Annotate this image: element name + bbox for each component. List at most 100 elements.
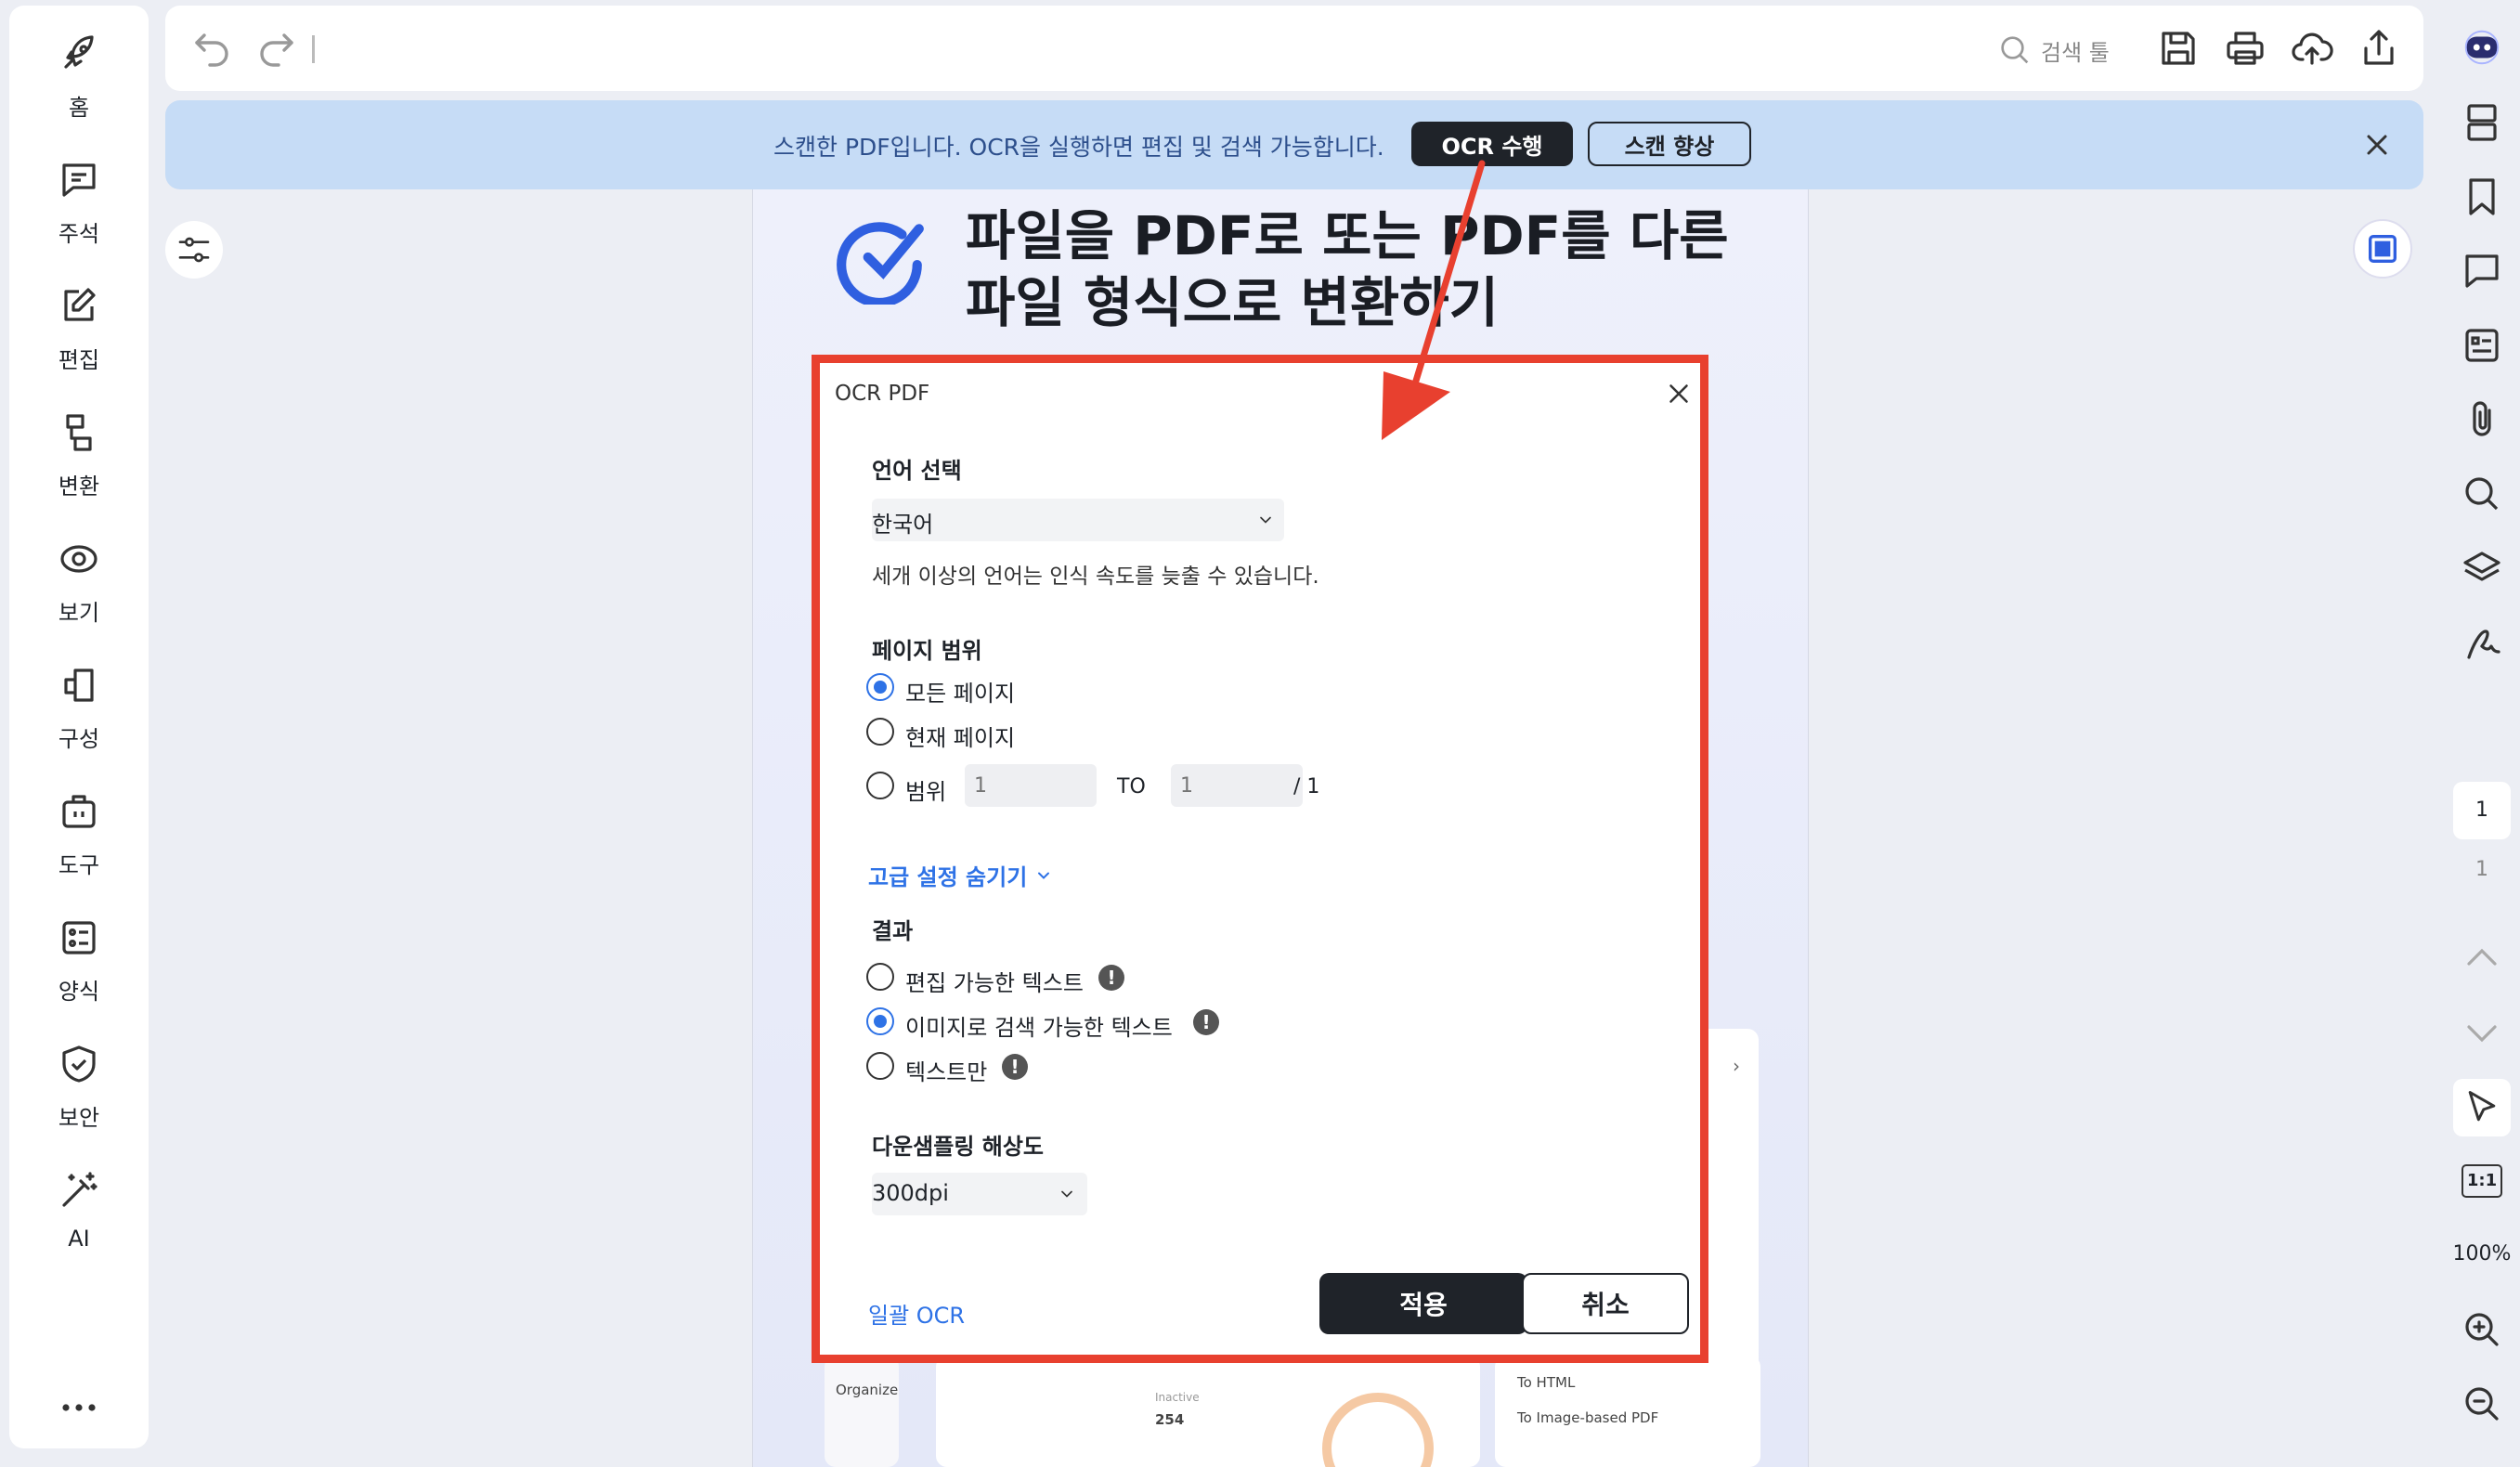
close-icon[interactable] [2360,128,2394,162]
batch-ocr-link[interactable]: 일괄 OCR [868,1297,965,1330]
more-icon[interactable] [57,1385,101,1430]
language-select[interactable]: 한국어 [872,499,1284,541]
print-icon[interactable] [2223,26,2267,71]
undo-icon[interactable] [189,26,234,71]
search-placeholder: 검색 툴 [2041,39,2110,66]
page-layout-icon[interactable] [2460,100,2504,145]
chevron-right-icon: › [1733,1055,1740,1077]
filter-button[interactable] [165,221,223,279]
cancel-button[interactable]: 취소 [1522,1273,1689,1334]
scan-frame-icon [2369,235,2397,263]
radio-label: 모든 페이지 [905,681,1016,707]
sidebar-label: AI [68,1226,90,1252]
form-panel-icon[interactable] [2460,323,2504,368]
snippet-organize: Organize [836,1382,899,1398]
toolbar-divider [312,35,315,63]
cloud-upload-icon[interactable] [2290,26,2334,71]
radio-current-page[interactable] [866,718,894,746]
info-icon[interactable]: ! [1098,965,1124,991]
ai-reader-button[interactable] [2353,219,2412,279]
info-icon[interactable]: ! [1002,1054,1028,1080]
radio-label: 이미지로 검색 가능한 텍스트 [905,1015,1173,1041]
ocr-dialog: OCR PDF 언어 선택 한국어 세개 이상의 언어는 인식 속도를 늦출 수… [812,355,1708,1363]
chevron-up-icon[interactable] [2460,936,2504,980]
sidebar-label: 구성 [58,726,100,752]
sidebar-item-tools[interactable]: 도구 [9,782,149,884]
chevron-down-icon[interactable] [2460,1010,2504,1055]
zoom-in-icon[interactable] [2460,1307,2504,1352]
downsample-section-title: 다운샘플링 해상도 [872,1134,1044,1160]
range-from-input[interactable] [965,764,1097,807]
select-tool[interactable] [2453,1079,2511,1136]
sidebar-label: 홈 [68,95,90,121]
sidebar-item-ai[interactable]: AI [9,1161,149,1263]
snippet-value: 254 [1155,1411,1185,1428]
zoom-level[interactable]: 100% [2444,1242,2520,1266]
range-to-label: TO [1117,775,1146,798]
advanced-toggle[interactable]: 고급 설정 숨기기 [868,859,1053,891]
chevron-down-icon [1038,872,1050,879]
sidebar-item-security[interactable]: 보안 [9,1034,149,1136]
search-tool[interactable]: 검색 툴 [1996,30,2163,71]
range-total: / 1 [1293,775,1320,798]
annotation-arrow [1382,160,1486,440]
comment-panel-icon[interactable] [2460,249,2504,293]
cursor-icon [2468,1091,2496,1122]
dialog-close-icon[interactable] [1663,378,1695,409]
dialog-title: OCR PDF [835,382,930,406]
sidebar-item-edit[interactable]: 편집 [9,277,149,379]
share-icon[interactable] [2357,26,2401,71]
apply-button[interactable]: 적용 [1319,1273,1527,1334]
sidebar-item-organize[interactable]: 구성 [9,656,149,758]
snippet-to-image-pdf: To Image-based PDF [1517,1409,1659,1426]
info-icon[interactable]: ! [1193,1009,1219,1035]
search-icon [2001,36,2029,64]
downsample-select[interactable]: 300dpi [872,1173,1087,1215]
layers-icon[interactable] [2460,546,2504,591]
language-value: 한국어 [872,512,934,538]
sidebar-item-home[interactable]: 홈 [9,24,149,126]
background-sidebar [825,1356,899,1467]
radio-editable-text[interactable] [866,963,894,991]
range-to-input[interactable] [1171,764,1303,807]
radio-range[interactable] [866,772,894,799]
radio-text-only[interactable] [866,1052,894,1080]
scan-enhance-button[interactable]: 스캔 향상 [1588,122,1751,166]
sidebar-item-convert[interactable]: 변환 [9,403,149,505]
redo-icon[interactable] [254,26,299,71]
actual-size-button[interactable]: 1:1 [2462,1164,2502,1198]
signature-icon[interactable] [2460,620,2504,665]
sidebar-label: 편집 [58,347,100,373]
search-panel-icon[interactable] [2460,472,2504,516]
page-total: 1 [2475,858,2488,881]
radio-label: 범위 [905,779,947,805]
check-icon [834,210,929,305]
save-icon[interactable] [2156,26,2201,71]
snippet-inactive: Inactive [1155,1391,1200,1404]
magic-wand-icon [62,1172,97,1207]
downsample-value: 300dpi [872,1180,949,1206]
sidebar-item-view[interactable]: 보기 [9,529,149,631]
radio-label: 텍스트만 [905,1059,988,1085]
form-icon [62,921,96,954]
sidebar-item-form[interactable]: 양식 [9,908,149,1010]
page-current[interactable]: 1 [2453,782,2511,839]
zoom-out-icon[interactable] [2460,1382,2504,1426]
chevron-down-icon [1260,516,1271,524]
sidebar-item-annotate[interactable]: 주석 [9,150,149,253]
shield-icon [62,1045,96,1083]
eye-icon [60,545,97,573]
radio-label: 현재 페이지 [905,725,1016,751]
sidebar-label: 도구 [58,852,100,878]
attachment-icon[interactable] [2460,397,2504,442]
radio-all-pages[interactable] [866,673,894,701]
convert-icon [66,414,92,451]
right-toolbar: 1 1 1:1 100% [2444,0,2520,1467]
radio-label: 편집 가능한 텍스트 [905,970,1084,996]
ai-assistant-icon[interactable] [2461,26,2503,69]
sliders-icon [178,237,210,263]
sidebar-label: 양식 [58,979,100,1005]
page-range-section-title: 페이지 범위 [872,638,982,664]
bookmark-icon[interactable] [2460,175,2504,219]
radio-searchable-image[interactable] [866,1007,894,1035]
